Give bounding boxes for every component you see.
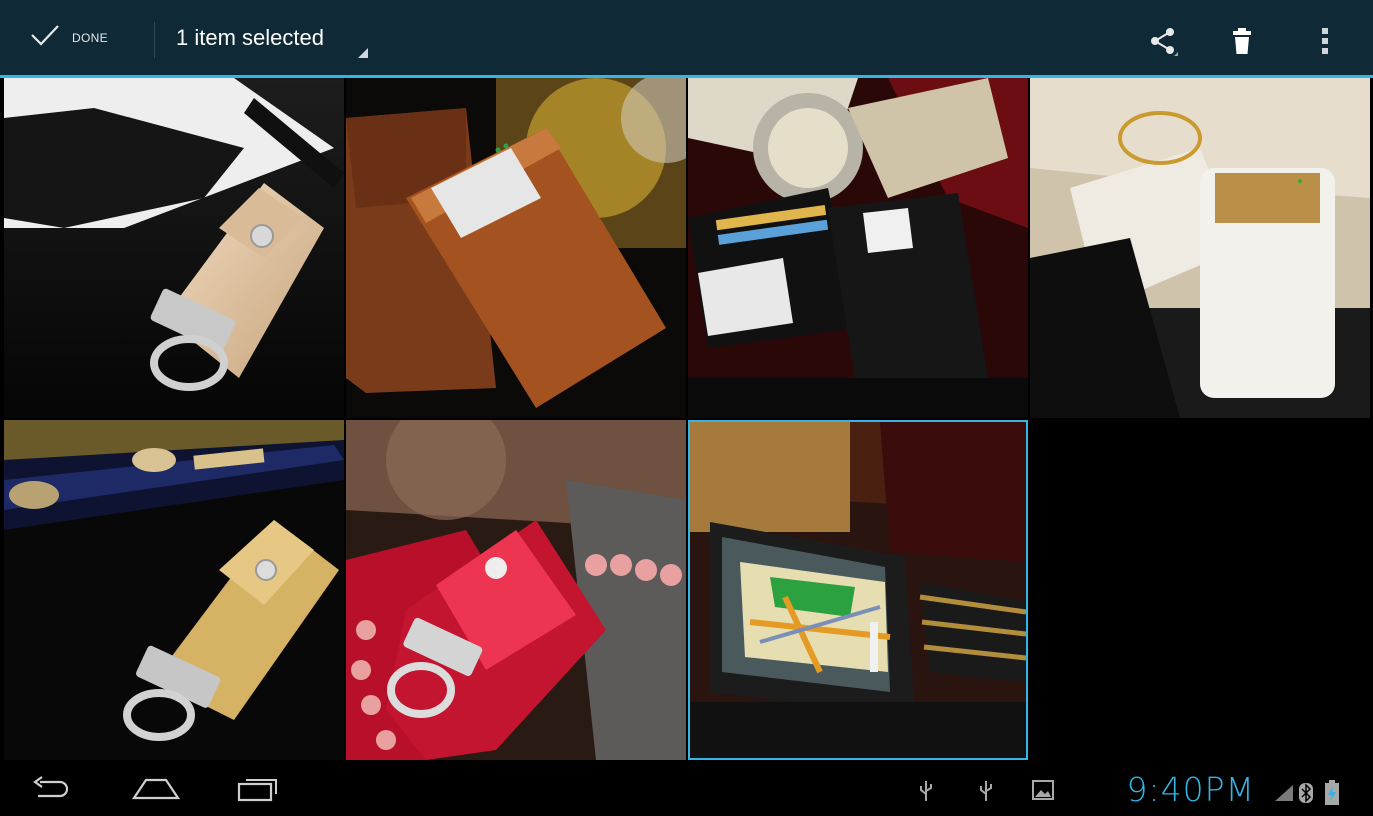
photo-black-wallet[interactable] xyxy=(688,78,1028,418)
action-bar-divider xyxy=(154,22,155,58)
overflow-menu-icon[interactable] xyxy=(1310,26,1340,56)
usb-icon xyxy=(978,780,994,807)
system-navigation-bar: 9:40PM xyxy=(0,760,1373,816)
selection-title[interactable]: 1 item selected xyxy=(176,0,324,75)
battery-charging-icon xyxy=(1324,780,1340,811)
share-icon[interactable] xyxy=(1148,26,1178,56)
home-icon[interactable] xyxy=(131,776,181,807)
selection-dropdown-indicator-icon[interactable] xyxy=(358,48,368,58)
usb-icon xyxy=(918,780,934,807)
photo-gps-navigator[interactable] xyxy=(688,420,1028,760)
recent-apps-icon[interactable] xyxy=(236,776,280,807)
photo-grid xyxy=(4,78,1370,760)
check-icon xyxy=(0,24,60,51)
photo-brown-leather-case[interactable] xyxy=(346,78,686,418)
bluetooth-icon xyxy=(1298,782,1314,809)
photo-white-device-gold-plate[interactable] xyxy=(1030,78,1370,418)
trash-icon[interactable] xyxy=(1227,26,1257,56)
done-label: DONE xyxy=(72,30,108,45)
back-icon[interactable] xyxy=(30,776,70,807)
done-button[interactable]: DONE xyxy=(0,0,152,75)
status-clock: 9:40PM xyxy=(1126,770,1255,809)
action-bar: DONE 1 item selected xyxy=(0,0,1373,78)
photo-usb-drive-gold-leather[interactable] xyxy=(4,420,344,760)
signal-icon xyxy=(1274,784,1294,807)
photo-usb-drive-cream-leather[interactable] xyxy=(4,78,344,418)
gallery-notification-icon xyxy=(1032,780,1054,805)
photo-usb-drive-red-leather[interactable] xyxy=(346,420,686,760)
